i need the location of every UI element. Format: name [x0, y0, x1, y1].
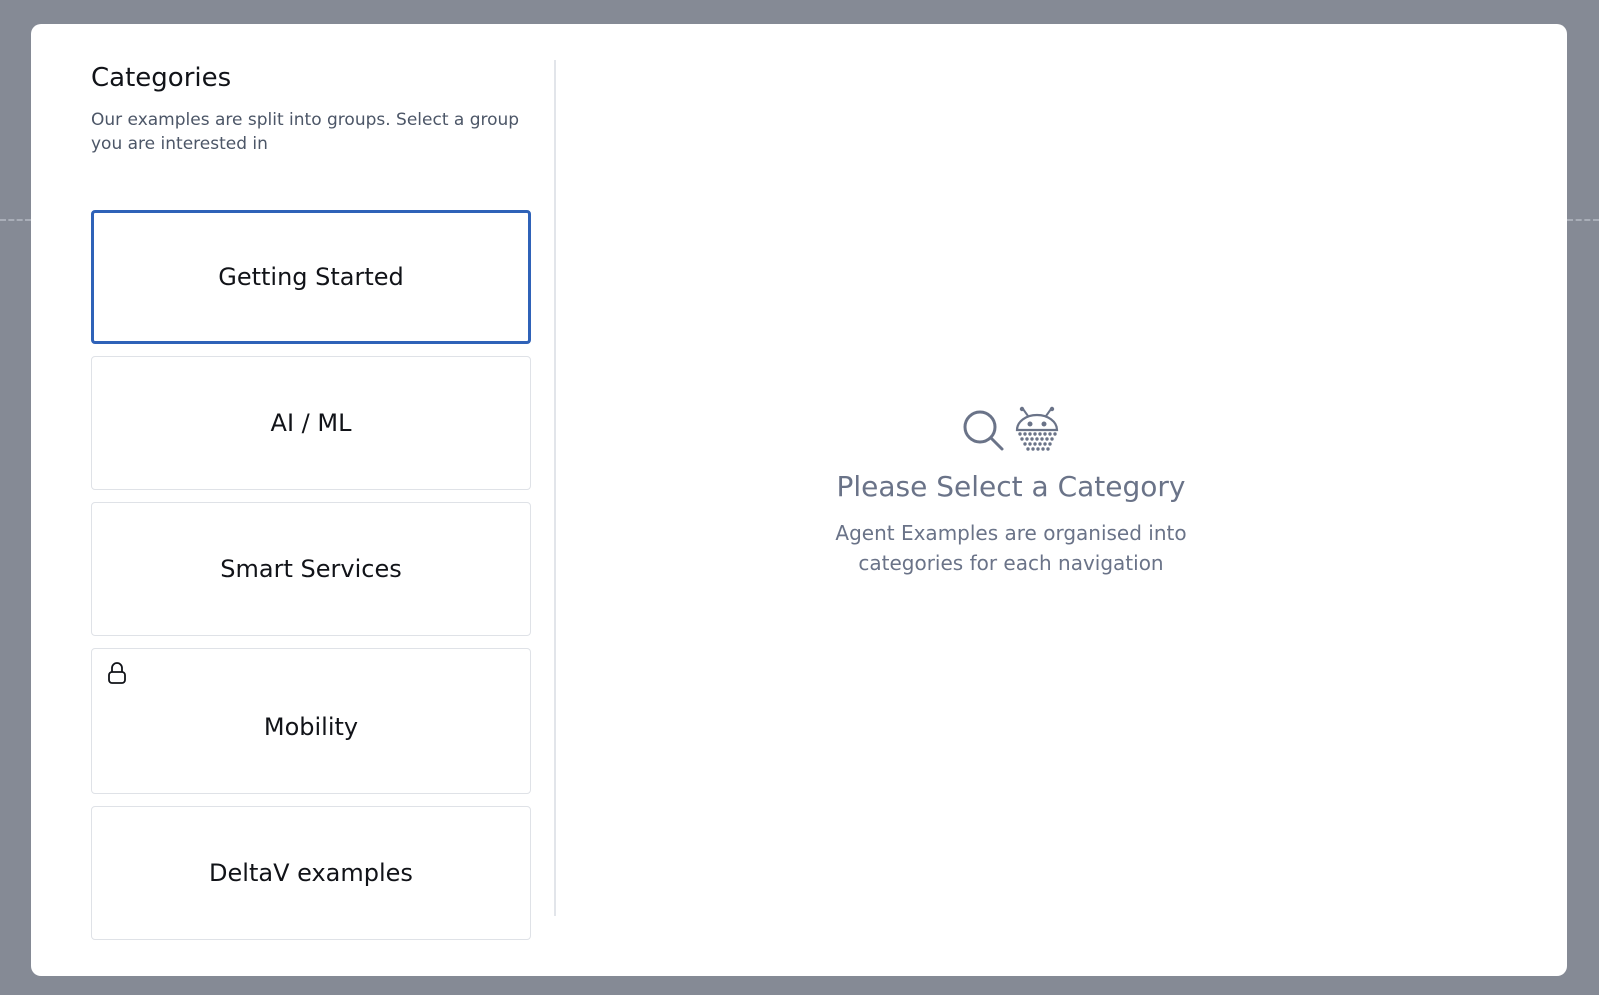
background-dashed-line-left — [0, 219, 31, 221]
agent-robot-icon — [1015, 406, 1059, 451]
modal-subtitle: Our examples are split into groups. Sele… — [91, 110, 520, 154]
category-card-deltav-examples[interactable]: DeltaV examples — [91, 806, 531, 940]
category-label: Smart Services — [220, 555, 402, 583]
empty-state-icons — [821, 406, 1201, 456]
empty-state-title: Please Select a Category — [836, 470, 1186, 503]
category-card-mobility[interactable]: Mobility — [91, 648, 531, 794]
category-card-ai-ml[interactable]: AI / ML — [91, 356, 531, 490]
modal-title: Categories — [91, 63, 232, 93]
background-dashed-line-right — [1567, 219, 1599, 221]
search-icon — [963, 410, 1004, 451]
empty-state-description: Agent Examples are organised into catego… — [835, 521, 1187, 575]
category-label: AI / ML — [270, 409, 352, 437]
categories-panel: Categories Our examples are split into g… — [91, 60, 531, 940]
empty-state: Please Select a Category Agent Examples … — [821, 406, 1201, 578]
category-card-smart-services[interactable]: Smart Services — [91, 502, 531, 636]
category-list: Getting Started AI / ML Smart Services M… — [91, 210, 531, 952]
category-label: Mobility — [263, 713, 359, 741]
category-card-getting-started[interactable]: Getting Started — [91, 210, 531, 344]
category-label: Getting Started — [218, 263, 404, 291]
lock-icon — [108, 662, 126, 684]
category-label: DeltaV examples — [209, 859, 413, 887]
panel-divider — [554, 60, 556, 916]
categories-modal: Categories Our examples are split into g… — [31, 24, 1567, 976]
